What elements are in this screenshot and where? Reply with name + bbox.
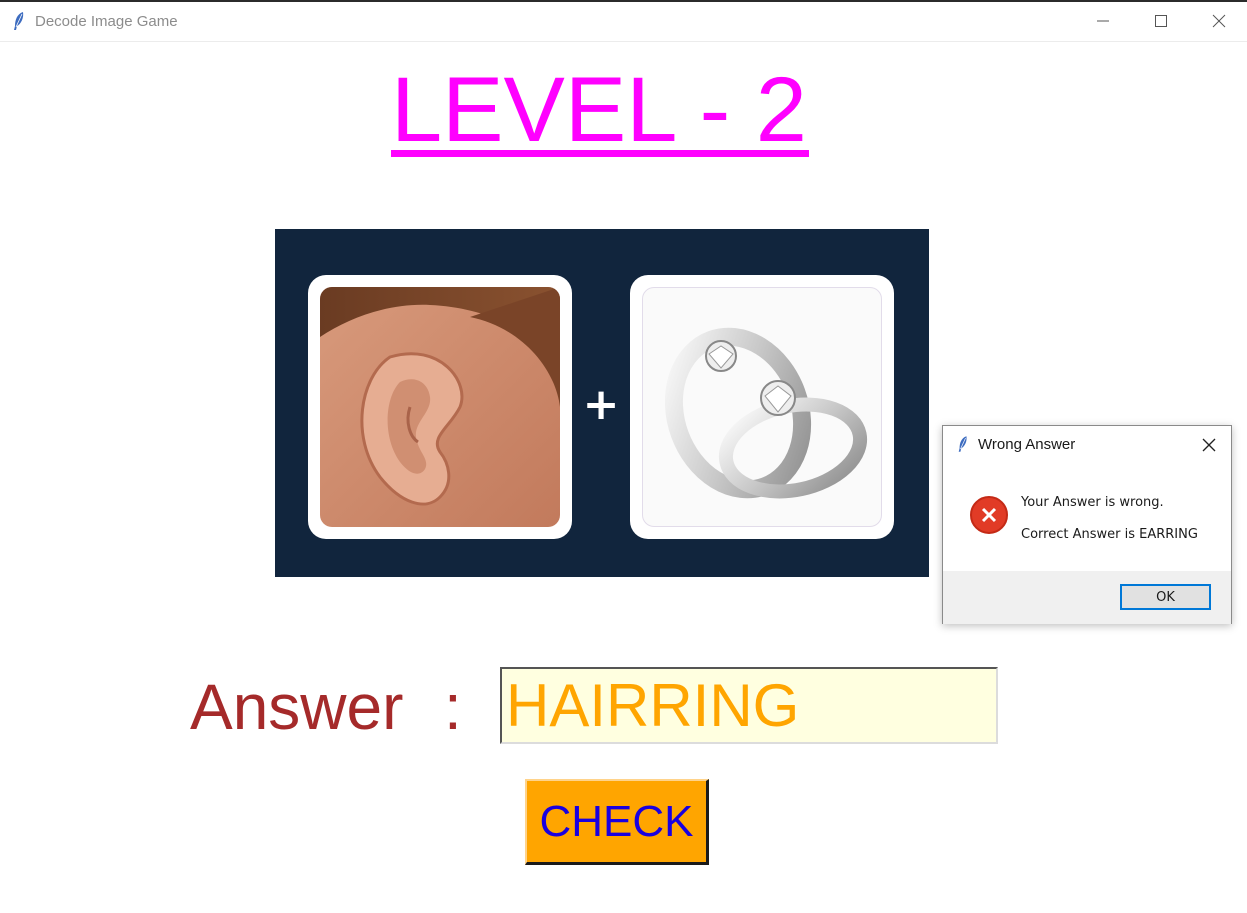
answer-label: Answer [190, 671, 404, 743]
dialog-footer: OK [943, 571, 1231, 624]
app-window: Decode Image Game LEVEL - 2 + Answer: H… [0, 0, 1247, 913]
answer-colon: : [444, 671, 462, 743]
dialog-title-bar[interactable]: Wrong Answer [943, 426, 1231, 464]
feather-icon [958, 436, 967, 452]
level-title: LEVEL - 2 [391, 59, 807, 161]
close-icon [1202, 438, 1216, 452]
puzzle-tile-right [630, 275, 894, 539]
plus-sign: + [582, 379, 620, 430]
wrong-answer-dialog: Wrong Answer Your Answer is wrong. Corre… [942, 425, 1232, 624]
close-icon [1212, 14, 1226, 28]
dialog-message-line2: Correct Answer is EARRING [1021, 527, 1198, 542]
minimize-button[interactable] [1074, 2, 1132, 40]
feather-icon [14, 12, 24, 30]
ok-button[interactable]: OK [1120, 584, 1211, 610]
check-button[interactable]: CHECK [525, 779, 709, 865]
puzzle-image: + [275, 229, 929, 577]
error-icon [970, 496, 1008, 534]
dialog-message-line1: Your Answer is wrong. [1021, 495, 1164, 510]
minimize-icon [1097, 20, 1109, 22]
window-title: Decode Image Game [35, 13, 178, 30]
ear-image [320, 287, 560, 527]
dialog-close-button[interactable] [1197, 434, 1221, 456]
dialog-title: Wrong Answer [978, 436, 1076, 453]
title-bar[interactable]: Decode Image Game [0, 2, 1247, 42]
close-button[interactable] [1190, 2, 1247, 40]
puzzle-tile-left [308, 275, 572, 539]
answer-input[interactable] [500, 667, 998, 744]
rings-image [642, 287, 882, 527]
title-underline [391, 150, 809, 157]
maximize-icon [1155, 15, 1167, 27]
maximize-button[interactable] [1132, 2, 1190, 40]
